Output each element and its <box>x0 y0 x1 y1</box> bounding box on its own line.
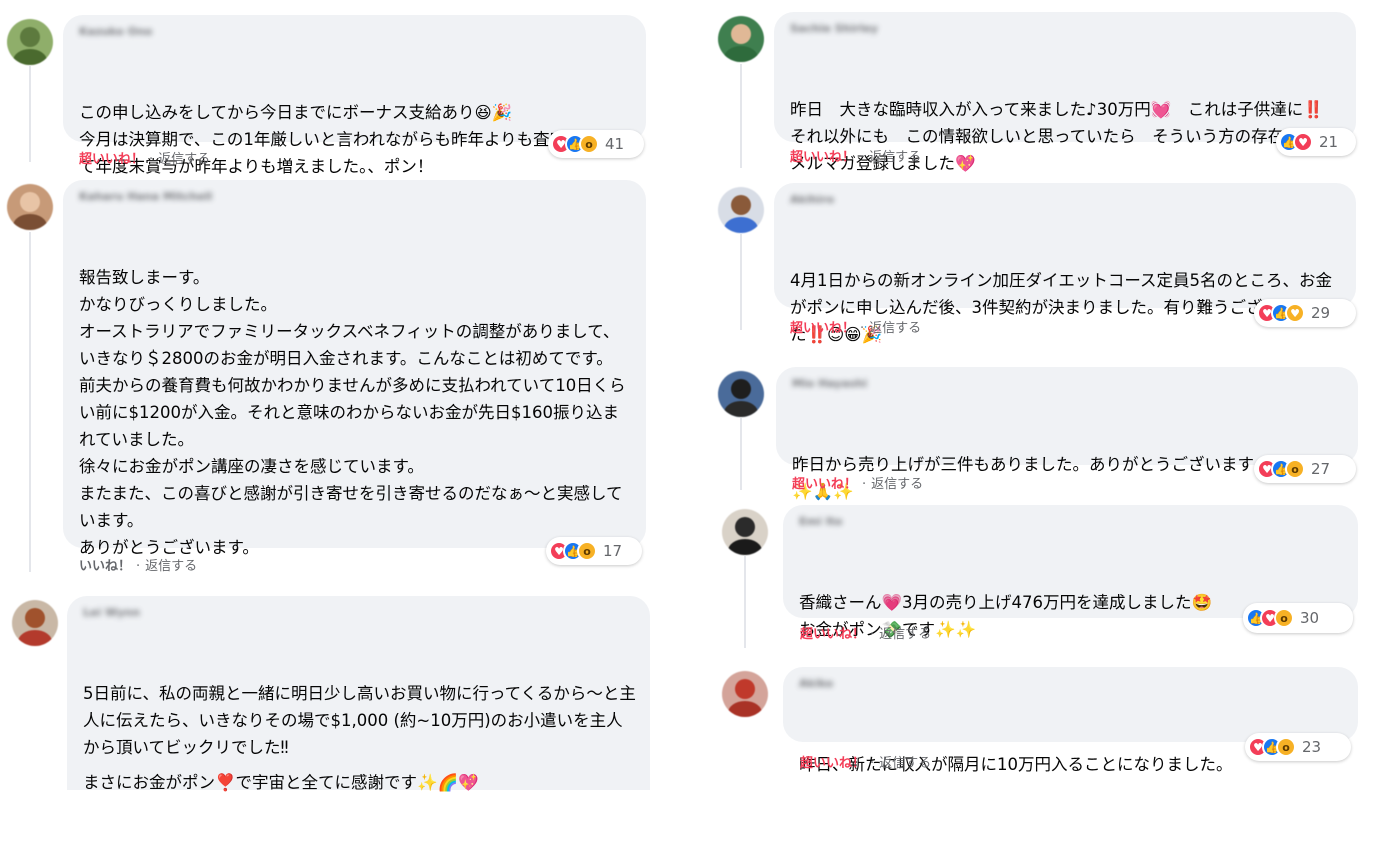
comment-bubble: Emi Ito 香織さーん💗3月の売り上げ476万円を達成しました🤩 お金がポン💸… <box>783 505 1358 639</box>
avatar[interactable] <box>12 600 58 646</box>
super-like-link[interactable]: 超いいね！ <box>790 150 855 165</box>
avatar[interactable] <box>722 509 768 555</box>
reply-link[interactable]: 返信する <box>869 150 921 165</box>
super-like-link[interactable]: 超いいね！ <box>790 321 855 336</box>
comment-bubble: Kaharu Hana Mitchell 報告致しまーす。 かなりびっくりしました… <box>63 180 646 557</box>
wow-icon: o <box>579 134 599 154</box>
reaction-summary[interactable]: ♥ 👍 ♥ 29 <box>1254 299 1356 327</box>
author-name[interactable]: Kazuko Ono <box>79 25 632 39</box>
super-like-link[interactable]: 超いいね！ <box>800 627 865 642</box>
reaction-count: 21 <box>1319 133 1339 151</box>
comment-actions: 超いいね！ · 返信する <box>792 477 924 492</box>
comment-bubble: Mio Hayashi 昨日から売り上げが三件もありました。ありがとうございます… <box>776 367 1358 501</box>
comment-actions: 超いいね！ · 返信する <box>790 321 922 336</box>
comment-text: 5日前に、私の両親と一緒に明日少し高いお買い物に行ってくるから〜と主人に伝えたら… <box>83 684 636 792</box>
author-name[interactable]: Kaharu Hana Mitchell <box>79 190 632 204</box>
reaction-count: 41 <box>605 135 625 153</box>
comment-actions: いいね！ · 返信する <box>79 559 198 574</box>
thread-line <box>29 66 31 162</box>
thread-line <box>740 418 742 490</box>
comment-actions: 超いいね！ · 返信する <box>790 150 922 165</box>
reply-link[interactable]: 返信する <box>871 477 923 492</box>
reaction-summary[interactable]: 👍 ♥ o 30 <box>1243 603 1353 633</box>
reaction-summary[interactable]: ♥ 👍 o 23 <box>1245 733 1351 761</box>
super-like-link[interactable]: 超いいね！ <box>800 756 865 771</box>
thread-line <box>740 234 742 330</box>
reaction-summary[interactable]: ♥ 👍 o 41 <box>548 130 644 158</box>
author-name[interactable]: Akiko <box>799 677 1344 691</box>
thread-line <box>29 232 31 572</box>
comment-actions: 超いいね！ · 返信する <box>800 756 932 771</box>
reaction-count: 29 <box>1311 304 1331 322</box>
avatar[interactable] <box>718 371 764 417</box>
thread-line <box>740 64 742 168</box>
avatar[interactable] <box>722 671 768 717</box>
thread-line <box>744 556 746 648</box>
avatar[interactable] <box>7 19 53 65</box>
like-link[interactable]: いいね！ <box>79 559 131 574</box>
avatar[interactable] <box>7 184 53 230</box>
avatar[interactable] <box>718 16 764 62</box>
reply-link[interactable]: 返信する <box>879 756 931 771</box>
author-name[interactable]: Sachie Shirley <box>790 22 1342 36</box>
comment-bubble: Akiko 昨日、新たに収入が隔月に10万円入ることになりました。 <box>783 667 1358 774</box>
comment-bubble: Akihiro 4月1日からの新オンライン加圧ダイエットコース定員5名のところ、… <box>774 183 1356 344</box>
reply-link[interactable]: 返信する <box>145 559 197 574</box>
reaction-summary[interactable]: 👍 ♥ 21 <box>1276 128 1356 156</box>
reaction-summary[interactable]: ♥ 👍 o 17 <box>546 537 642 565</box>
author-name[interactable]: Emi Ito <box>799 515 1344 529</box>
wow-icon: o <box>1285 459 1305 479</box>
super-like-link[interactable]: 超いいね！ <box>79 152 144 167</box>
wow-icon: o <box>1276 737 1296 757</box>
comment-bubble: Kazuko Ono この申し込みをしてから今日までにボーナス支給あり😆🎉 今月は… <box>63 15 646 176</box>
author-name[interactable]: Lei Wynn <box>83 606 636 620</box>
reaction-count: 30 <box>1300 609 1320 627</box>
author-name[interactable]: Akihiro <box>790 193 1342 207</box>
wow-icon: o <box>1274 608 1294 628</box>
reaction-count: 17 <box>603 542 623 560</box>
reply-link[interactable]: 返信する <box>869 321 921 336</box>
comment-actions: 超いいね！ · 返信する <box>800 627 932 642</box>
care-icon: ♥ <box>1285 303 1305 323</box>
reaction-count: 23 <box>1302 738 1322 756</box>
reaction-count: 27 <box>1311 460 1331 478</box>
wow-icon: o <box>577 541 597 561</box>
reply-link[interactable]: 返信する <box>879 627 931 642</box>
comment-bubble: Sachie Shirley 昨日 大きな臨時収入が入って来ました♪30万円💓 … <box>774 12 1356 173</box>
author-name[interactable]: Mio Hayashi <box>792 377 1344 391</box>
comment-actions: 超いいね！ · 返信する <box>79 152 211 167</box>
reply-link[interactable]: 返信する <box>158 152 210 167</box>
comment-bubble: Lei Wynn 5日前に、私の両親と一緒に明日少し高いお買い物に行ってくるから… <box>67 596 650 792</box>
super-like-link[interactable]: 超いいね！ <box>792 477 857 492</box>
love-icon: ♥ <box>1293 132 1313 152</box>
reaction-summary[interactable]: ♥ 👍 o 27 <box>1254 455 1356 483</box>
avatar[interactable] <box>718 187 764 233</box>
